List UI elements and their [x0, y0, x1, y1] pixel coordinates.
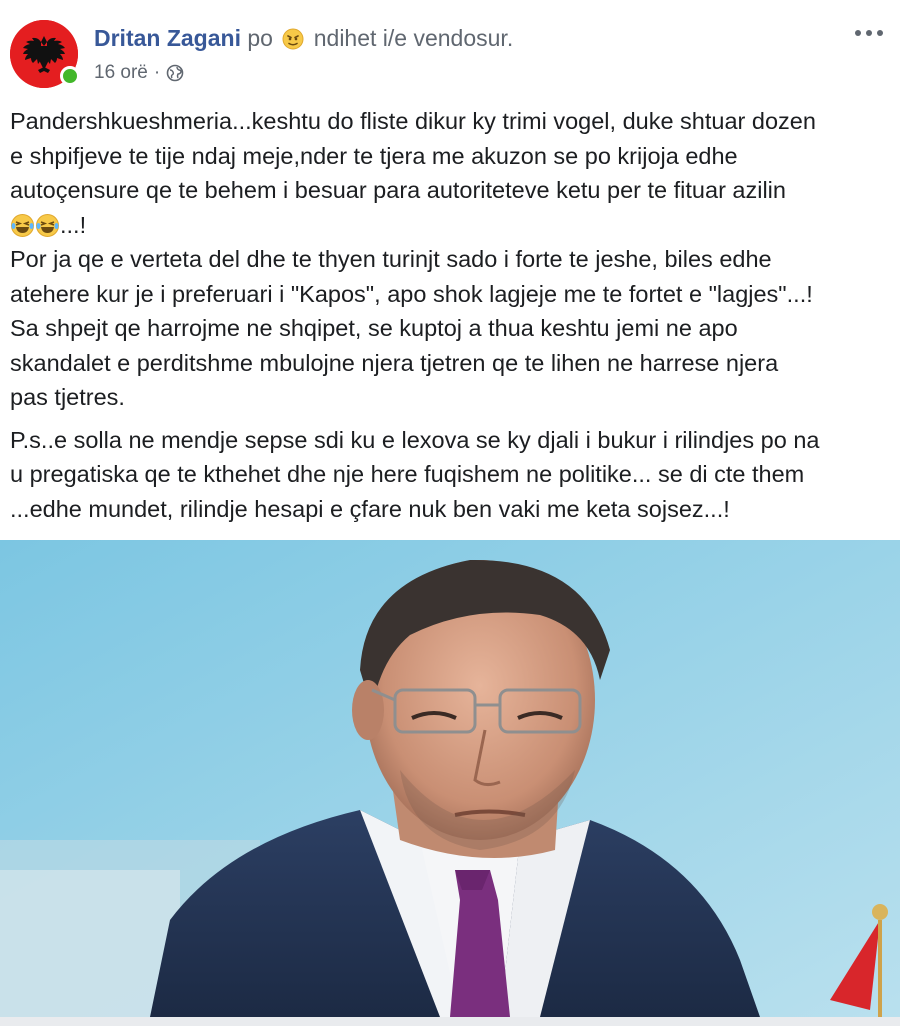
text-line: u pregatiska qe te kthehet dhe nje here …: [10, 461, 805, 487]
text-line: Pandershkueshmeria...keshtu do fliste di…: [10, 108, 816, 134]
post-timestamp-link[interactable]: 16 orë: [94, 62, 148, 84]
text-line: pas tjetres.: [10, 384, 125, 410]
laughing-tears-emoji-icon: [10, 213, 35, 238]
text-line: autoçensure qe te behem i besuar para au…: [10, 177, 786, 203]
author-name-link[interactable]: Dritan Zagani: [94, 25, 241, 51]
feeling-text: ndihet i/e vendosur.: [313, 25, 514, 51]
text-line: ...edhe mundet, rilindje hesapi e çfare …: [10, 495, 730, 522]
text-line: Sa shpejt qe harrojme ne shqipet, se kup…: [10, 315, 738, 341]
profile-avatar[interactable]: [10, 20, 80, 88]
feed-divider: [0, 1017, 900, 1026]
text-line: atehere kur je i preferuari i "Kapos", a…: [10, 280, 813, 307]
post-header: Dritan Zagani po ndihet i/e vendosur. 16…: [10, 14, 890, 94]
more-options-icon[interactable]: [848, 18, 890, 48]
post-body: Pandershkueshmeria...keshtu do fliste di…: [10, 104, 890, 526]
post-photo[interactable]: [0, 540, 900, 1017]
post-meta: 16 orë ·: [94, 62, 184, 84]
post-author-line: Dritan Zagani po ndihet i/e vendosur.: [94, 24, 513, 56]
meta-separator: ·: [153, 62, 161, 83]
man-in-suit-portrait-image: [0, 540, 900, 1017]
facebook-post: Dritan Zagani po ndihet i/e vendosur. 16…: [0, 0, 900, 1026]
globe-icon[interactable]: [166, 64, 184, 82]
laughing-tears-emoji-icon: [35, 213, 60, 238]
text-line: e shpifjeve te tije ndaj meje,nder te tj…: [10, 142, 738, 169]
text-line: skandalet e perditshme mbulojne njera tj…: [10, 349, 779, 376]
paragraph-1: Pandershkueshmeria...keshtu do fliste di…: [10, 104, 890, 415]
paragraph-2: P.s..e solla ne mendje sepse sdi ku e le…: [10, 423, 890, 527]
determined-face-emoji-icon: [282, 28, 304, 56]
text-line: P.s..e solla ne mendje sepse sdi ku e le…: [10, 426, 820, 453]
emoji-suffix: ...!: [60, 211, 87, 238]
feeling-prefix: po: [247, 25, 273, 51]
online-status-dot: [60, 66, 80, 86]
text-line: Por ja qe e verteta del dhe te thyen tur…: [10, 246, 772, 272]
